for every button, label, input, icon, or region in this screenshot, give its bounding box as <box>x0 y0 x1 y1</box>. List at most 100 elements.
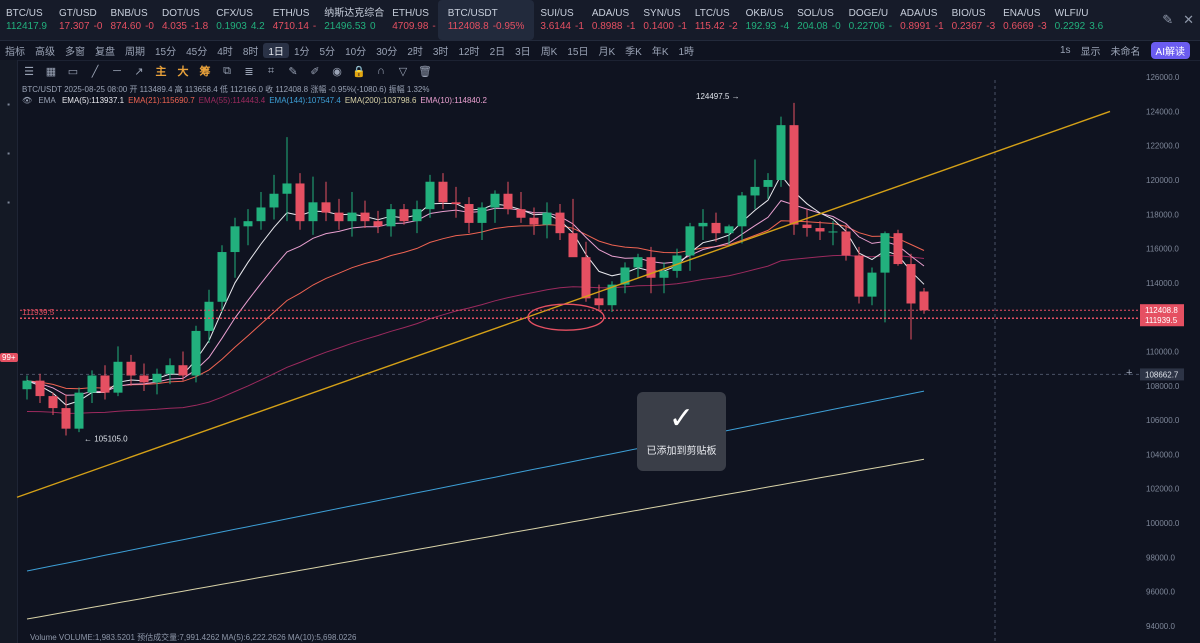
menu-item[interactable]: 3日 <box>510 43 536 58</box>
menu-item[interactable]: 10分 <box>340 43 371 58</box>
price-tick-label: 116000.0 <box>1146 245 1179 254</box>
ticker-item[interactable]: ETH/US 4710.14- <box>267 0 319 40</box>
ticker-price: 874.60 -0 <box>110 20 154 33</box>
candle-body <box>451 202 461 205</box>
toast-message: 已添加到剪贴板 <box>646 446 717 457</box>
ticker-item[interactable]: WLFI/U 0.2292 3.6 <box>1049 0 1106 40</box>
candle-body <box>685 226 695 256</box>
ticker-item[interactable]: BTC/US 112417.9 <box>0 0 53 40</box>
ticker-price-value: 112417.9 <box>6 21 47 32</box>
ticker-price-value: 192.93 <box>745 21 777 32</box>
candle-body <box>425 181 435 210</box>
price-tick-label: 100000.0 <box>1146 519 1180 528</box>
top-icons: ✎ ✕ <box>1162 0 1194 40</box>
menu-item[interactable]: 指标 <box>0 43 30 58</box>
ticker-item[interactable]: 纳斯达克综合 21496.53 0 <box>318 0 386 40</box>
ticker-name: SUI/US <box>540 8 574 19</box>
ticker-item[interactable]: SOL/US 204.08 -0 <box>791 0 843 40</box>
ticker-item[interactable]: LTC/US 115.42 -2 <box>689 0 740 40</box>
ticker-change: -2 <box>728 21 738 32</box>
menu-item[interactable]: 45分 <box>181 43 212 58</box>
menu-item[interactable]: 1日 <box>263 42 289 58</box>
menu-item[interactable]: 8时 <box>238 43 264 58</box>
menu-item[interactable]: 多窗 <box>60 43 90 58</box>
ticker-item[interactable]: BTC/USDT 112408.8 -0.95% <box>437 0 535 40</box>
menu-item[interactable]: 1分 <box>289 43 315 58</box>
cursor-price-label: 108662.7 <box>1145 370 1179 379</box>
ticker-price: 21496.53 0 <box>324 20 384 33</box>
candle-body <box>269 193 279 208</box>
ticker-change: - <box>312 21 317 32</box>
price-tick-label: 104000.0 <box>1146 450 1180 459</box>
menu-item[interactable]: 年K <box>647 43 674 58</box>
ema-value: EMA(144):107547.4 <box>269 96 341 105</box>
menu-item[interactable]: 4时 <box>212 43 238 58</box>
price-tick-label: 110000.0 <box>1146 348 1179 357</box>
ticker-name: ADA/US <box>591 8 630 19</box>
ticker-price: 0.8991 -1 <box>900 20 944 33</box>
ticker-item[interactable]: BNB/US 874.60 -0 <box>104 0 156 40</box>
candle-body <box>763 180 773 187</box>
ticker-change: -1.8 <box>191 21 209 32</box>
ticker-item[interactable]: ENA/US 0.6669 -3 <box>997 0 1049 40</box>
candle-body <box>126 361 136 376</box>
ticker-item[interactable]: GT/USD 17.307 -0 <box>53 0 105 40</box>
circle-annotation <box>527 303 605 331</box>
price-tick-label: 94000.0 <box>1146 622 1175 631</box>
ticker-price-value: 0.8991 <box>900 21 931 32</box>
ticker-item[interactable]: BIO/US 0.2367 -3 <box>946 0 998 40</box>
ticker-item[interactable]: DOGE/U 0.22706- <box>843 0 895 40</box>
menu-item[interactable]: 2时 <box>402 43 428 58</box>
candlestick-chart[interactable]: 126000.0 124000.0 122000.0 120000.0 118000.0… <box>0 60 1200 643</box>
ticker-item[interactable]: CFX/US 0.1903 4.2 <box>210 0 267 40</box>
display-button[interactable]: 显示 <box>1081 43 1101 58</box>
price-tick-label: 108000.0 <box>1146 382 1180 391</box>
menu-item[interactable]: 15分 <box>150 43 181 58</box>
interval-value[interactable]: 1s <box>1060 45 1071 56</box>
menu-item[interactable]: 3时 <box>428 43 454 58</box>
candle-body <box>789 125 799 225</box>
menu-item[interactable]: 12时 <box>453 43 484 58</box>
menu-item[interactable]: 15日 <box>562 43 593 58</box>
ticker-item[interactable]: ADA/US 0.8991 -1 <box>894 0 946 40</box>
candle-body <box>399 209 409 222</box>
candle-body <box>360 212 370 222</box>
ticker-price: 17.307 -0 <box>59 20 103 33</box>
ticker-item[interactable]: SYN/US 0.1400 -1 <box>637 0 689 40</box>
ticker-item[interactable]: OKB/US 192.93 -4 <box>740 0 792 40</box>
ai-button[interactable]: AI解读 <box>1150 41 1190 59</box>
menu-item[interactable]: 月K <box>593 43 620 58</box>
price-tick-label: 124000.0 <box>1146 107 1180 116</box>
price-tick-label: 106000.0 <box>1146 416 1180 425</box>
ticker-name: SOL/US <box>797 8 834 19</box>
eye-icon[interactable]: 👁 <box>22 96 32 105</box>
menu-item[interactable]: 30分 <box>371 43 402 58</box>
ticker-price: 204.08 -0 <box>797 20 841 33</box>
menu-item[interactable]: 季K <box>620 43 647 58</box>
ticker-item[interactable]: ADA/US 0.8988 -1 <box>586 0 638 40</box>
close-icon[interactable]: ✕ <box>1183 12 1194 28</box>
menu-item[interactable]: 5分 <box>315 43 341 58</box>
ema-value: EMA(200):103798.6 <box>344 96 417 105</box>
menu-item[interactable]: 高级 <box>30 43 60 58</box>
candle-body <box>204 301 214 331</box>
ticker-item[interactable]: DOT/US 4.035 -1.8 <box>156 0 210 40</box>
ticker-item[interactable]: ETH/US 4709.98- <box>386 0 438 40</box>
menu-item[interactable]: 1時 <box>674 43 700 58</box>
left-price-mark: 111939.5 <box>22 308 55 317</box>
candle-body <box>893 233 903 265</box>
menu-item[interactable]: 复盘 <box>90 43 120 58</box>
layout-name[interactable]: 未命名 <box>1111 43 1141 58</box>
menu-item[interactable]: 周K <box>536 43 563 58</box>
ticker-price: 0.2292 3.6 <box>1055 20 1104 33</box>
price-tick-label: 120000.0 <box>1146 176 1180 185</box>
ema-value: EMA(5):113937.1 <box>61 96 125 105</box>
ticker-item[interactable]: SUI/US 3.6144 -1 <box>534 0 586 40</box>
add-price-alert-icon[interactable]: + <box>1126 367 1132 379</box>
menu-item[interactable]: 周期 <box>120 43 150 58</box>
edit-icon[interactable]: ✎ <box>1162 12 1173 28</box>
menu-item[interactable]: 2日 <box>485 43 511 58</box>
ticker-name: BTC/US <box>6 8 43 19</box>
ticker-price-value: 0.6669 <box>1003 21 1034 32</box>
ticker-price-value: 17.307 <box>58 21 90 32</box>
